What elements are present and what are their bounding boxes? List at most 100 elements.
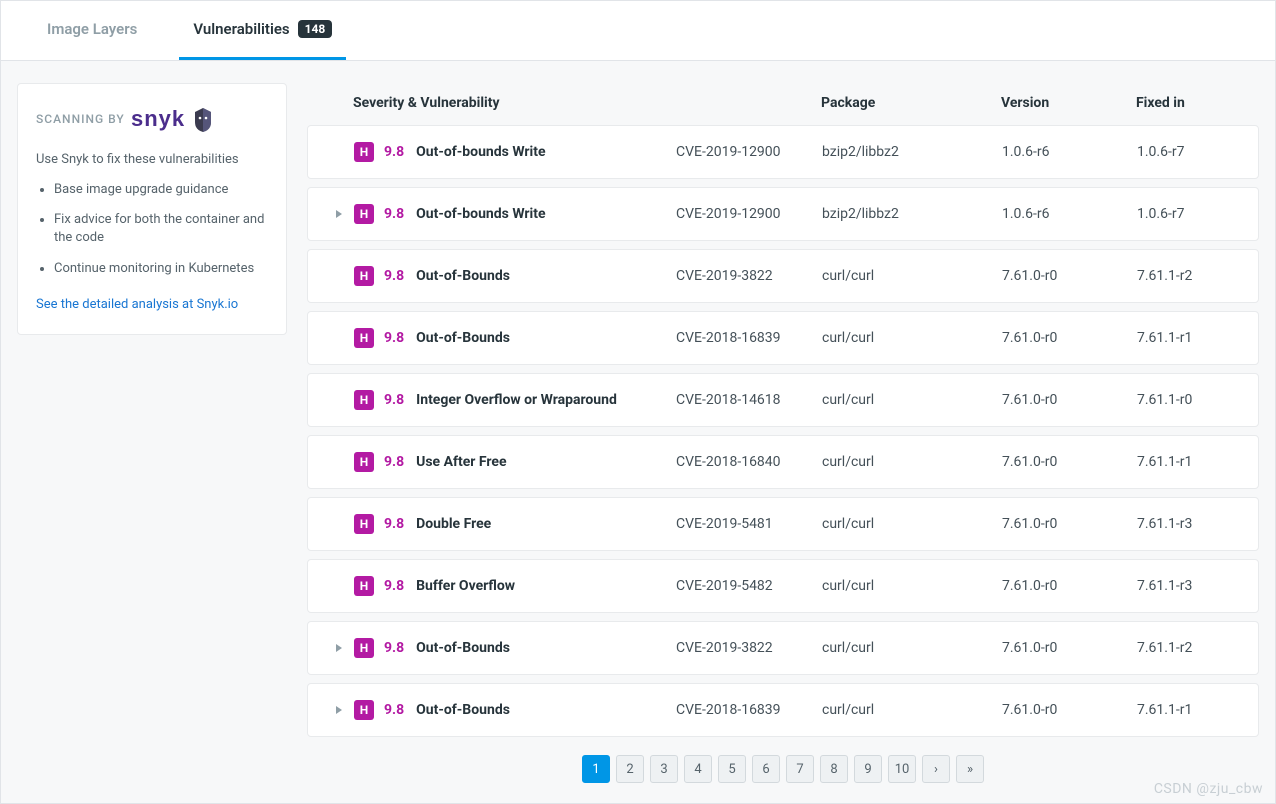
severity-score: 9.8	[384, 702, 404, 718]
page-button[interactable]: 6	[752, 755, 780, 783]
col-header-version: Version	[1001, 95, 1136, 111]
vuln-row[interactable]: H9.8Buffer OverflowCVE-2019-5482curl/cur…	[307, 559, 1259, 613]
cell-cve: CVE-2018-16839	[676, 330, 822, 346]
page-button[interactable]: 4	[684, 755, 712, 783]
cell-version: 7.61.0-r0	[1002, 516, 1137, 532]
rows-container: H9.8Out-of-bounds WriteCVE-2019-12900bzi…	[307, 125, 1259, 737]
vuln-row[interactable]: H 9.8 Out-of-bounds Write CVE-2019-12900bzi…	[307, 125, 1259, 179]
vuln-row[interactable]: H9.8Out-of-BoundsCVE-2018-16839curl/curl…	[307, 311, 1259, 365]
severity-score: 9.8	[384, 144, 404, 160]
cell-fixed-in: 7.61.1-r0	[1137, 392, 1230, 408]
tab-label: Vulnerabilities	[193, 20, 289, 38]
page-button[interactable]: 9	[854, 755, 882, 783]
scanning-by-row: SCANNING BY snyk	[36, 106, 268, 132]
cell-fixed-in: 7.61.1-r3	[1137, 516, 1230, 532]
cell-severity: H9.8Out-of-Bounds	[354, 328, 676, 348]
cell-package: bzip2/libbz2	[822, 206, 1002, 222]
cell-cve: CVE-2019-12900	[676, 144, 822, 160]
page-button[interactable]: 7	[786, 755, 814, 783]
cell-fixed-in: 1.0.6-r7	[1137, 144, 1230, 160]
severity-score: 9.8	[384, 206, 404, 222]
cell-severity: H9.8Integer Overflow or Wraparound	[354, 390, 676, 410]
cell-severity: H 9.8 Out-of-Bounds	[354, 266, 676, 286]
vuln-row[interactable]: H9.8Out-of-BoundsCVE-2019-3822curl/curl7…	[307, 249, 1259, 303]
watermark: CSDN @zju_cbw	[1154, 781, 1263, 797]
severity-badge: H	[354, 514, 374, 534]
vuln-row[interactable]: H9.8Out-of-BoundsCVE-2018-16839curl/curl…	[307, 683, 1259, 737]
cell-severity: H9.8Out-of-Bounds	[354, 700, 676, 720]
page-button[interactable]: 3	[650, 755, 678, 783]
cell-severity: H 9.8 Out-of-bounds Write	[354, 142, 676, 162]
cell-cve: CVE-2019-3822	[676, 640, 822, 656]
vuln-row[interactable]: H9.8Out-of-BoundsCVE-2019-3822curl/curl7…	[307, 621, 1259, 675]
vuln-row[interactable]: H9.8Integer Overflow or WraparoundCVE-20…	[307, 373, 1259, 427]
severity-score: 9.8	[384, 330, 404, 346]
cell-version: 7.61.0-r0	[1002, 640, 1137, 656]
cell-package: curl/curl	[822, 516, 1002, 532]
cell-cve: CVE-2019-12900	[676, 206, 822, 222]
snyk-link[interactable]: Snyk.io	[197, 297, 239, 312]
page-button[interactable]: 2	[616, 755, 644, 783]
severity-badge: H	[354, 452, 374, 472]
col-header-cve	[675, 95, 821, 111]
cell-cve: CVE-2018-16840	[676, 454, 822, 470]
cell-severity: H9.8Out-of-Bounds	[354, 638, 676, 658]
page-button[interactable]: 1	[582, 755, 610, 783]
vuln-title: Out-of-Bounds	[416, 702, 510, 718]
vuln-count-badge: 148	[298, 20, 333, 38]
cell-fixed-in: 7.61.1-r1	[1137, 702, 1230, 718]
sidebar-bullets: Base image upgrade guidance Fix advice f…	[36, 181, 268, 278]
severity-badge: H	[354, 328, 374, 348]
cell-package: curl/curl	[822, 454, 1002, 470]
cell-cve: CVE-2019-5482	[676, 578, 822, 594]
cell-severity: H9.8Out-of-bounds Write	[354, 204, 676, 224]
vuln-title: Out-of-Bounds	[416, 268, 510, 284]
cell-fixed-in: 7.61.1-r1	[1137, 454, 1230, 470]
severity-badge: H	[354, 638, 374, 658]
content-area: SCANNING BY snyk Use Snyk to fix these v…	[1, 61, 1275, 803]
cell-package: curl/curl	[822, 702, 1002, 718]
page-button[interactable]: 5	[718, 755, 746, 783]
tab-bar: Image Layers Vulnerabilities 148	[1, 1, 1275, 61]
page-button[interactable]: 10	[888, 755, 916, 783]
severity-badge: H	[354, 266, 374, 286]
expand-toggle-icon[interactable]	[324, 643, 354, 653]
sidebar-bullet: Fix advice for both the container and th…	[54, 211, 268, 247]
vuln-row[interactable]: H9.8Out-of-bounds WriteCVE-2019-12900bzi…	[307, 187, 1259, 241]
vuln-title: Integer Overflow or Wraparound	[416, 392, 617, 408]
expand-toggle-icon[interactable]	[324, 209, 354, 219]
cell-package: curl/curl	[822, 578, 1002, 594]
severity-badge: H	[354, 576, 374, 596]
page-last-button[interactable]: »	[956, 755, 984, 783]
severity-badge: H	[354, 142, 374, 162]
cell-fixed-in: 1.0.6-r7	[1137, 206, 1230, 222]
cell-fixed-in: 7.61.1-r3	[1137, 578, 1230, 594]
cell-version: 7.61.0-r0	[1002, 454, 1137, 470]
severity-score: 9.8	[384, 268, 404, 284]
cell-cve: CVE-2019-3822	[676, 268, 822, 284]
sidebar-link-line: See the detailed analysis at Snyk.io	[36, 296, 268, 312]
cell-fixed-in: 7.61.1-r1	[1137, 330, 1230, 346]
page-next-button[interactable]: ›	[922, 755, 950, 783]
severity-score: 9.8	[384, 578, 404, 594]
cell-package: bzip2/libbz2	[822, 144, 1002, 160]
tab-image-layers[interactable]: Image Layers	[33, 1, 151, 60]
col-header-package: Package	[821, 95, 1001, 111]
vuln-row[interactable]: H9.8Use After FreeCVE-2018-16840curl/cur…	[307, 435, 1259, 489]
vuln-title: Out-of-bounds Write	[416, 144, 545, 160]
sidebar-bullet: Base image upgrade guidance	[54, 181, 268, 199]
cell-version: 1.0.6-r6	[1002, 206, 1137, 222]
app-frame: Image Layers Vulnerabilities 148 SCANNIN…	[0, 0, 1276, 804]
cell-package: curl/curl	[822, 392, 1002, 408]
vuln-row[interactable]: H9.8Double FreeCVE-2019-5481curl/curl7.6…	[307, 497, 1259, 551]
cell-cve: CVE-2018-14618	[676, 392, 822, 408]
table-header: Severity & Vulnerability Package Version…	[307, 83, 1259, 125]
tab-vulnerabilities[interactable]: Vulnerabilities 148	[179, 1, 346, 60]
cell-fixed-in: 7.61.1-r2	[1137, 268, 1230, 284]
severity-score: 9.8	[384, 640, 404, 656]
expand-toggle-icon[interactable]	[324, 705, 354, 715]
col-header-fixed: Fixed in	[1136, 95, 1231, 111]
cell-severity: H9.8Buffer Overflow	[354, 576, 676, 596]
cell-cve: CVE-2018-16839	[676, 702, 822, 718]
page-button[interactable]: 8	[820, 755, 848, 783]
